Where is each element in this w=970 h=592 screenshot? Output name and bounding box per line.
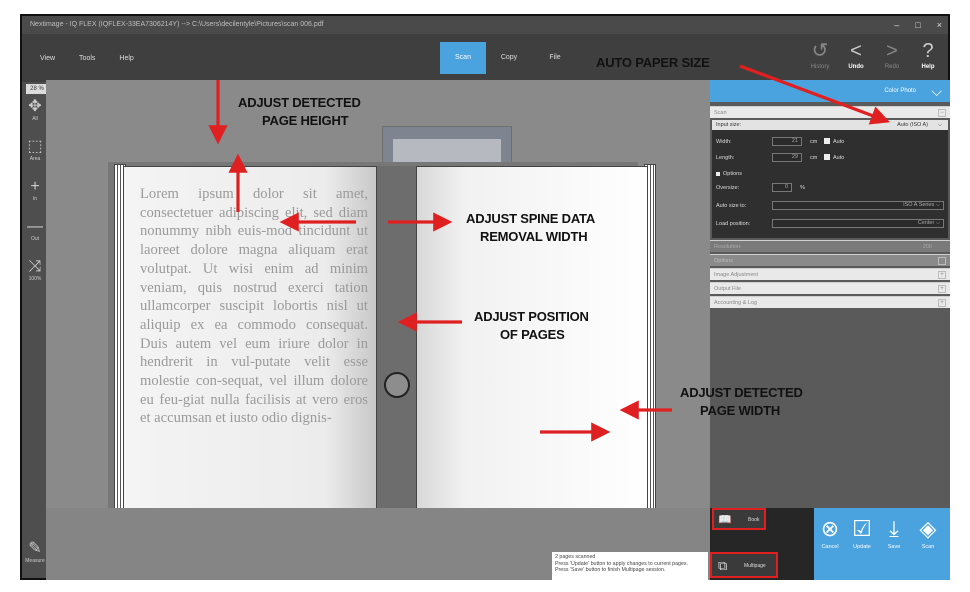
plus-icon: + [30, 178, 40, 195]
section-resolution[interactable]: Resolution: 200 [710, 240, 950, 252]
load-position-select[interactable]: Center ⌵ [772, 219, 944, 228]
annotation-page-width-line2: PAGE WIDTH [700, 403, 781, 418]
tool-zoom-out[interactable]: — Out [22, 218, 48, 242]
close-circle-icon: ⊗ [820, 516, 840, 541]
spine-area[interactable] [377, 166, 416, 511]
check-icon: ☑ [852, 516, 872, 541]
width-auto-checkbox[interactable]: Auto [824, 137, 844, 147]
tab-copy[interactable]: Copy [486, 42, 532, 74]
auto-size-to-label: Auto size to: [716, 203, 747, 209]
expand-icon: + [938, 257, 946, 265]
preview-canvas[interactable]: Lorem ipsum dolor sit amet, consectetuer… [46, 80, 710, 518]
chevron-down-icon: ⌵ [937, 122, 942, 128]
tab-file[interactable]: File [532, 42, 578, 74]
expand-icon: + [938, 285, 946, 293]
input-size-value: Auto (ISO A) [897, 122, 928, 128]
tool-100[interactable]: ⤨ 100% [22, 258, 48, 282]
update-button[interactable]: ☑ Update [848, 514, 876, 550]
length-field[interactable]: 29 [772, 153, 802, 162]
close-button[interactable]: × [937, 16, 942, 34]
history-icon: ↺ [811, 40, 829, 62]
scan-settings: Input size: Auto (ISO A) ⌵ Width: 21 cm … [712, 120, 948, 238]
options-checkbox[interactable]: Options [716, 169, 742, 179]
annotation-auto-paper-size: AUTO PAPER SIZE [596, 55, 710, 70]
tool-zoom-in[interactable]: + In [22, 178, 48, 202]
left-page[interactable]: Lorem ipsum dolor sit amet, consectetuer… [123, 166, 377, 511]
window-title: Nextimage - IQ FLEX (IQFLEX-33EA7306214Y… [30, 21, 324, 28]
annotation-spine-line1: ADJUST SPINE DATA [466, 211, 596, 226]
section-scan[interactable]: Scan − [710, 106, 950, 118]
length-auto-checkbox[interactable]: Auto [824, 153, 844, 163]
annotation-position-line1: ADJUST POSITION [474, 309, 589, 324]
auto-size-to-select[interactable]: ISO A Series ⌵ [772, 201, 944, 210]
scan-diamond-icon: ◈ [919, 516, 937, 541]
fit-icon: ⤨ [28, 258, 42, 275]
multipage-icon: ⧉ [718, 558, 728, 573]
ruler-icon: ✎ [28, 540, 42, 557]
cancel-button[interactable]: ⊗ Cancel [816, 514, 844, 550]
section-accounting-log[interactable]: Accounting & Log + [710, 296, 950, 308]
tool-measure[interactable]: ✎ Measure [22, 540, 48, 564]
menu-view[interactable]: View [40, 55, 55, 62]
minus-icon: — [27, 218, 43, 235]
move-icon: ✥ [28, 98, 42, 115]
section-output-file[interactable]: Output File + [710, 282, 950, 294]
oversize-field[interactable]: 0 [772, 183, 792, 192]
left-toolbar: 28 % ✥ All ⬚ Area + In — Out ⤨ 100% ✎ Measure [22, 82, 48, 578]
download-icon: ⤓ [889, 516, 899, 541]
expand-icon: + [938, 271, 946, 279]
load-position-label: Load position: [716, 221, 751, 227]
history-button[interactable]: ↺ History [806, 38, 834, 78]
annotation-position-line2: OF PAGES [500, 327, 565, 342]
help-button[interactable]: ? Help [914, 38, 942, 78]
redo-button[interactable]: > Redo [878, 38, 906, 78]
title-bar: Nextimage - IQ FLEX (IQFLEX-33EA7306214Y… [22, 16, 948, 34]
tool-all[interactable]: ✥ All [22, 98, 48, 122]
left-page-text: Lorem ipsum dolor sit amet, consectetuer… [140, 186, 368, 427]
save-button[interactable]: ⤓ Save [880, 514, 908, 550]
menu-bar: View Tools Help Scan Copy File ↺ History … [22, 34, 948, 82]
multipage-button[interactable]: ⧉ Multipage [710, 552, 778, 578]
status-message: 2 pages scanned Press 'Update' button to… [552, 552, 708, 580]
oversize-label: Oversize: [716, 185, 740, 191]
oversize-unit: % [800, 185, 805, 191]
page-position-handle[interactable] [384, 372, 410, 398]
undo-button[interactable]: < Undo [842, 38, 870, 78]
menu-tools[interactable]: Tools [79, 55, 95, 62]
book-icon: 📖 [718, 514, 732, 526]
minimize-button[interactable]: – [894, 16, 899, 34]
action-buttons: ⊗ Cancel ☑ Update ⤓ Save ◈ Scan [814, 508, 950, 580]
length-unit: cm [810, 155, 818, 161]
expand-icon: − [938, 109, 946, 117]
expand-icon: + [938, 299, 946, 307]
width-field[interactable]: 21 [772, 137, 802, 146]
tool-area[interactable]: ⬚ Area [22, 138, 48, 162]
annotation-page-height-line1: ADJUST DETECTED [238, 95, 361, 110]
maximize-button[interactable]: □ [915, 16, 920, 34]
section-options[interactable]: Options + [710, 254, 950, 266]
annotation-spine-line2: REMOVAL WIDTH [480, 229, 588, 244]
scan-button[interactable]: ◈ Scan [914, 514, 942, 550]
book-mode-button[interactable]: 📖 Book [712, 508, 766, 530]
width-label: Width: [716, 139, 732, 145]
zoom-level: 28 % [26, 84, 48, 94]
settings-panel: Color Photo ⌵ Scan − Input size: Auto (IS… [710, 80, 950, 508]
annotation-page-width-line1: ADJUST DETECTED [680, 385, 803, 400]
chevron-left-icon: < [850, 40, 862, 62]
section-image-adjustment[interactable]: Image Adjustment + [710, 268, 950, 280]
tab-scan[interactable]: Scan [440, 42, 486, 74]
profile-selector[interactable]: Color Photo ⌵ [710, 80, 950, 102]
area-select-icon: ⬚ [27, 138, 43, 155]
input-size-row[interactable]: Input size: Auto (ISO A) ⌵ [712, 120, 948, 130]
annotation-page-height-line2: PAGE HEIGHT [262, 113, 349, 128]
width-unit: cm [810, 139, 818, 145]
menu-help[interactable]: Help [119, 55, 133, 62]
chevron-right-icon: > [886, 40, 898, 62]
chevron-down-icon: ⌵ [931, 83, 942, 99]
question-icon: ? [922, 40, 934, 62]
length-label: Length: [716, 155, 735, 161]
